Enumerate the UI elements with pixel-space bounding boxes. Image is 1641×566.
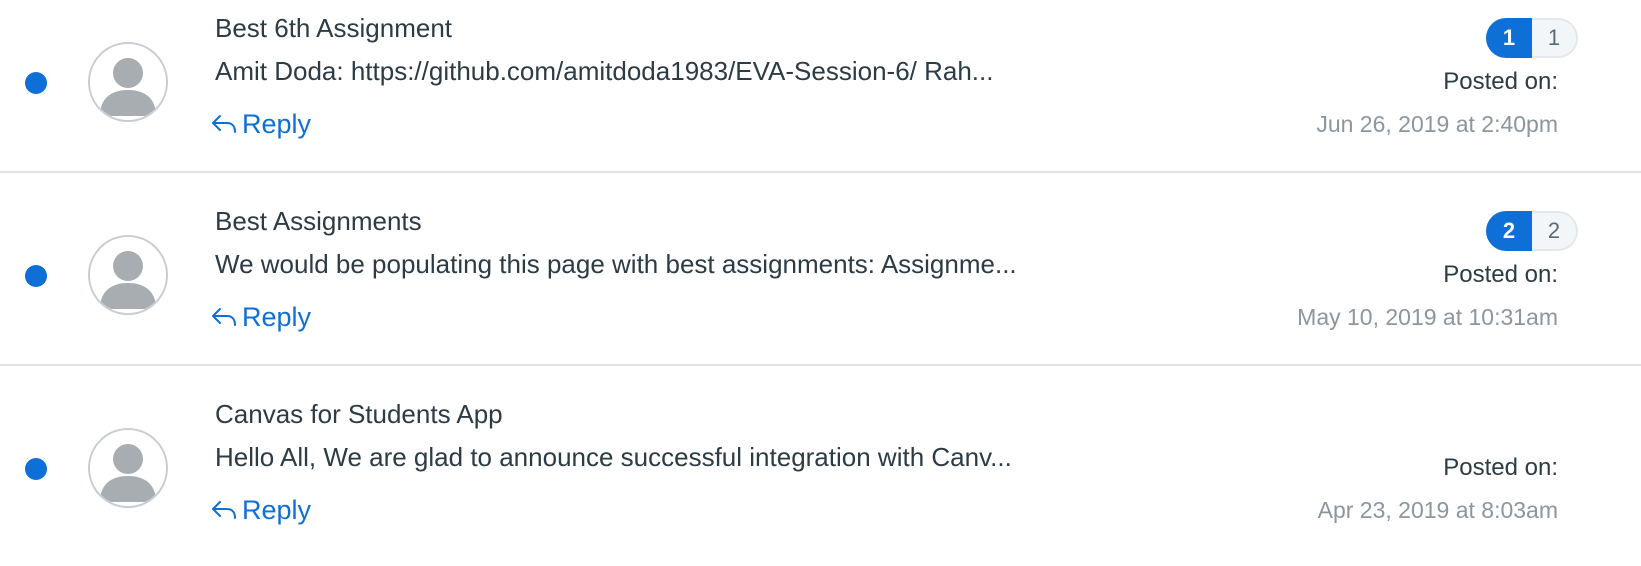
unread-count-badge: 2 [1486,211,1532,251]
reply-arrow-icon [212,115,236,133]
posted-date: May 10, 2019 at 10:31am [1297,304,1558,330]
discussion-row[interactable]: Best 6th Assignment Amit Doda: https://g… [0,0,1641,180]
total-count-badge: 2 [1532,211,1578,251]
discussion-excerpt: Amit Doda: https://github.com/amitdoda19… [215,56,994,86]
reply-button[interactable]: Reply [210,300,311,334]
row-divider [0,171,1641,173]
default-avatar-icon [100,58,156,116]
discussion-excerpt: We would be populating this page with be… [215,249,1017,279]
posted-date: Jun 26, 2019 at 2:40pm [1316,111,1558,137]
reply-button[interactable]: Reply [210,493,311,527]
discussion-excerpt: Hello All, We are glad to announce succe… [215,442,1012,472]
posted-on-label: Posted on: [1443,68,1558,95]
discussion-title[interactable]: Best 6th Assignment [215,12,452,44]
reply-label: Reply [242,302,312,332]
unread-count-badge: 1 [1486,18,1532,58]
unread-indicator-icon [25,265,47,287]
discussion-title[interactable]: Canvas for Students App [215,398,503,430]
reply-label: Reply [242,495,312,525]
discussion-title[interactable]: Best Assignments [215,205,422,237]
reply-button[interactable]: Reply [210,107,311,141]
avatar[interactable] [88,428,168,508]
reply-arrow-icon [212,308,236,326]
default-avatar-icon [100,444,156,502]
default-avatar-icon [100,251,156,309]
avatar[interactable] [88,42,168,122]
posted-on-label: Posted on: [1443,454,1558,481]
reply-count-badge: 2 2 [1486,211,1578,251]
reply-count-badge: 1 1 [1486,18,1578,58]
posted-date: Apr 23, 2019 at 8:03am [1317,497,1558,523]
discussion-row[interactable]: Canvas for Students App Hello All, We ar… [0,386,1641,566]
reply-label: Reply [242,109,312,139]
posted-on-label: Posted on: [1443,261,1558,288]
row-divider [0,364,1641,366]
discussion-list: Best 6th Assignment Amit Doda: https://g… [0,0,1641,549]
total-count-badge: 1 [1532,18,1578,58]
reply-arrow-icon [212,501,236,519]
unread-indicator-icon [25,458,47,480]
unread-indicator-icon [25,72,47,94]
discussion-row[interactable]: Best Assignments We would be populating … [0,193,1641,373]
avatar[interactable] [88,235,168,315]
